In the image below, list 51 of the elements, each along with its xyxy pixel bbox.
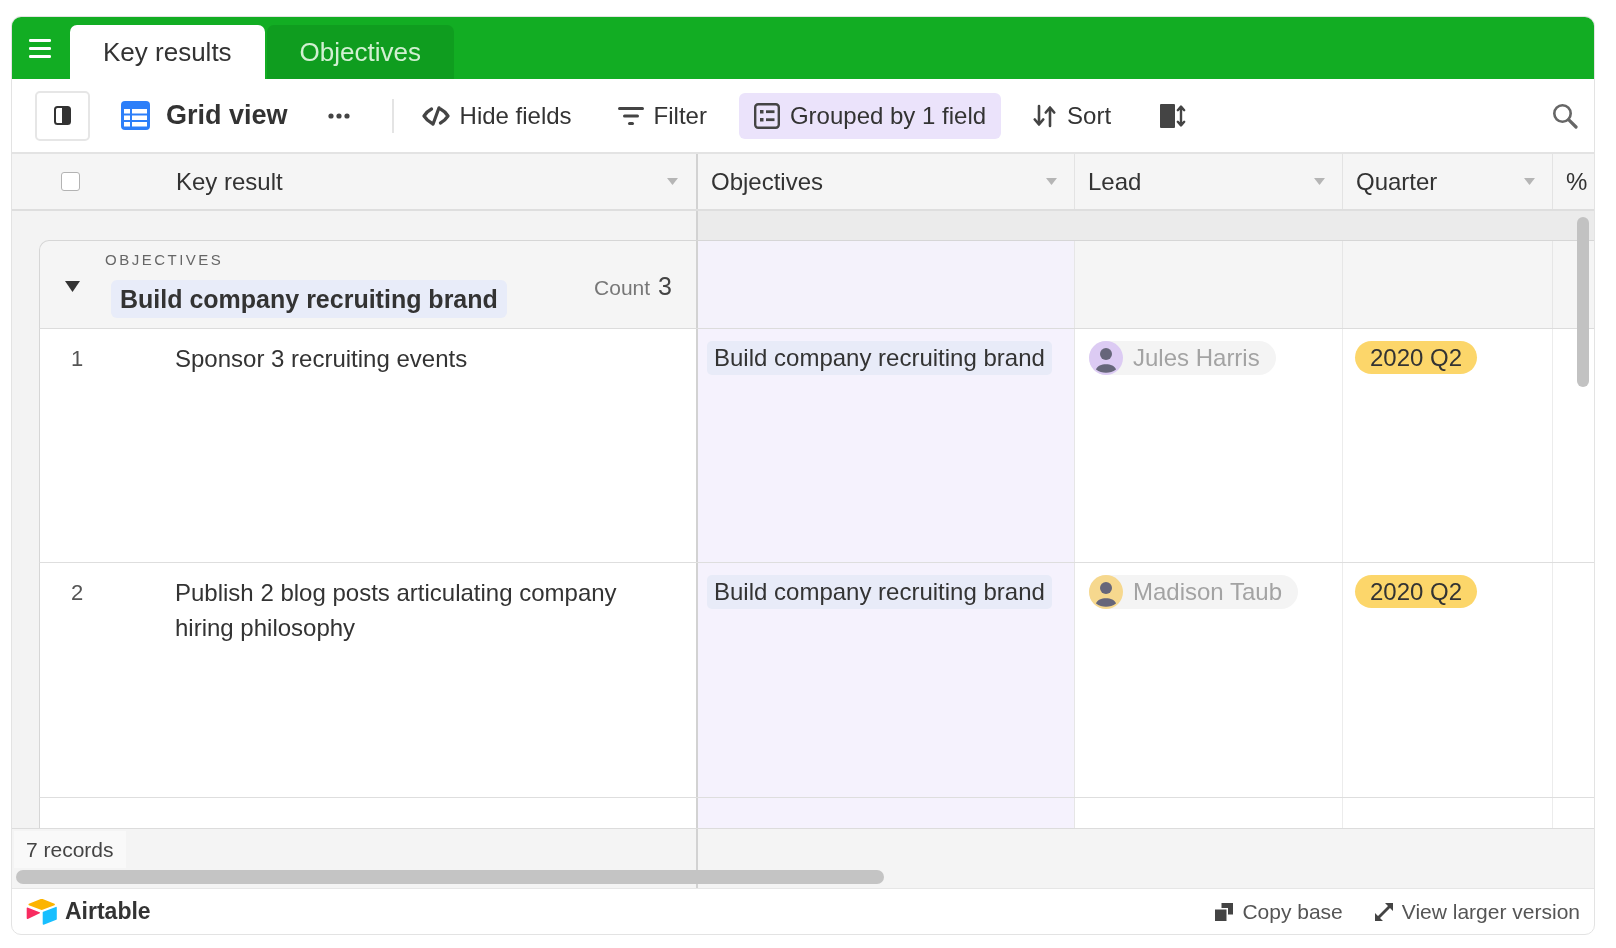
caret-icon (1314, 178, 1325, 185)
linked-record-chip: Build company recruiting brand (707, 575, 1052, 609)
scrollbar-thumb[interactable] (16, 870, 884, 884)
row-number: 1 (71, 345, 85, 373)
column-header[interactable]: Quarter (1343, 154, 1553, 209)
footer-link[interactable]: Copy base (1215, 895, 1343, 928)
view-switcher[interactable]: Grid view (121, 95, 288, 136)
scrollbar-thumb[interactable] (1577, 217, 1589, 387)
copy-icon (1215, 902, 1234, 921)
caret-icon (1524, 178, 1535, 185)
linked-record-chip: Build company recruiting brand (707, 341, 1052, 375)
brand-name: Airtable (65, 897, 151, 927)
count-label: Count (594, 275, 651, 301)
footer-link[interactable]: View larger version (1374, 895, 1580, 928)
row-height-icon[interactable] (1160, 102, 1187, 129)
caret-icon (1046, 178, 1057, 185)
caret-icon[interactable] (65, 281, 80, 292)
menu-icon[interactable] (29, 38, 51, 58)
user-name: Jules Harris (1133, 343, 1260, 373)
group-field-label: OBJECTIVES (105, 250, 224, 270)
key-result-text: Publish 2 blog posts articulating company hiring philosophy (175, 578, 618, 643)
expand-icon (1374, 902, 1393, 921)
checkbox[interactable] (61, 172, 80, 191)
quarter-tag: 2020 Q2 (1355, 341, 1478, 374)
caret-icon (667, 178, 678, 185)
record-count: 7 records (14, 831, 126, 868)
filter-icon (617, 105, 644, 126)
column-header[interactable]: % (1553, 154, 1594, 209)
panel-icon (54, 106, 71, 125)
logo-icon (26, 897, 58, 926)
column-header[interactable]: Lead (1075, 154, 1343, 209)
row-number: 2 (71, 579, 85, 607)
search-icon[interactable] (1552, 102, 1578, 129)
user-name: Madison Taub (1133, 577, 1282, 607)
sort-icon (1033, 103, 1058, 128)
column-header[interactable]: Objectives (698, 154, 1075, 209)
sidebar-toggle-button[interactable] (35, 90, 90, 141)
toolbar-button[interactable]: Grouped by 1 field (738, 92, 1002, 139)
column-header[interactable]: Key result (176, 154, 696, 209)
toolbar-button[interactable]: Sort (1019, 92, 1126, 139)
quarter-tag: 2020 Q2 (1355, 575, 1478, 608)
more-icon[interactable] (327, 112, 350, 119)
group-value-chip: Build company recruiting brand (111, 280, 507, 318)
grid-icon (121, 101, 150, 130)
code-icon (421, 105, 450, 126)
count-value: 3 (658, 271, 672, 301)
tab[interactable]: Key results (70, 25, 265, 79)
list-box-icon (753, 102, 780, 129)
key-result-text: Sponsor 3 recruiting events (175, 344, 469, 374)
toolbar-button[interactable]: Filter (603, 92, 721, 139)
toolbar-button[interactable]: Hide fields (407, 92, 586, 139)
